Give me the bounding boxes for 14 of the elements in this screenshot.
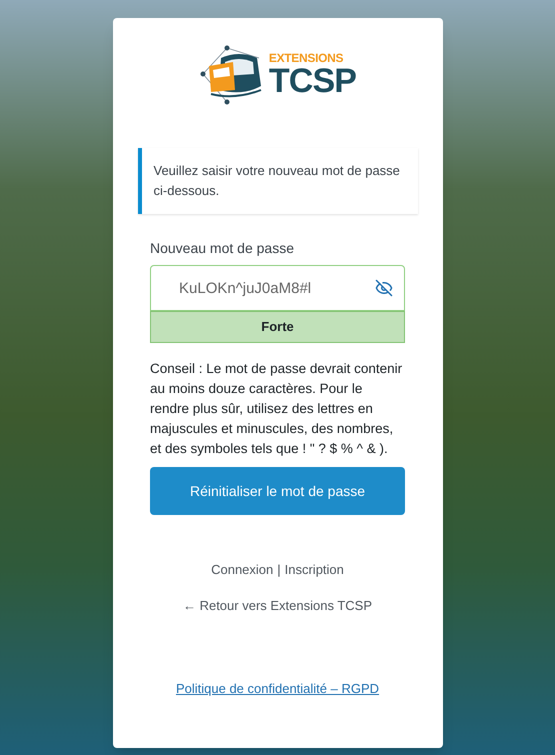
privacy-link[interactable]: Politique de confidentialité – RGPD (176, 679, 380, 698)
logo-title: TCSP (268, 64, 356, 98)
back-link[interactable]: ← Retour vers Extensions TCSP (182, 596, 372, 615)
field-label: Nouveau mot de passe (150, 239, 295, 258)
password-hint: Conseil : Le mot de passe devrait contenir au moins douze caractères. Pour le rendre plus sûr, utilisez des lettres en majuscules et minuscules, des nombres, et des symboles tels que ! " ? $ % ^ & ). (150, 360, 404, 458)
link-separator: | (277, 561, 281, 579)
password-field[interactable]: KuLOKn^juJ0aM8#l (150, 265, 405, 311)
strength-meter: Forte (150, 311, 405, 343)
register-link[interactable]: Inscription (284, 560, 344, 580)
notice-message: Veuillez saisir votre nouveau mot de passe ci-dessous. (138, 148, 418, 214)
eye-slash-icon[interactable] (375, 279, 393, 297)
reset-password-button[interactable]: Réinitialiser le mot de passe (150, 467, 405, 515)
login-link[interactable]: Connexion (211, 560, 274, 580)
logo-subtitle: EXTENSIONS (268, 52, 344, 64)
